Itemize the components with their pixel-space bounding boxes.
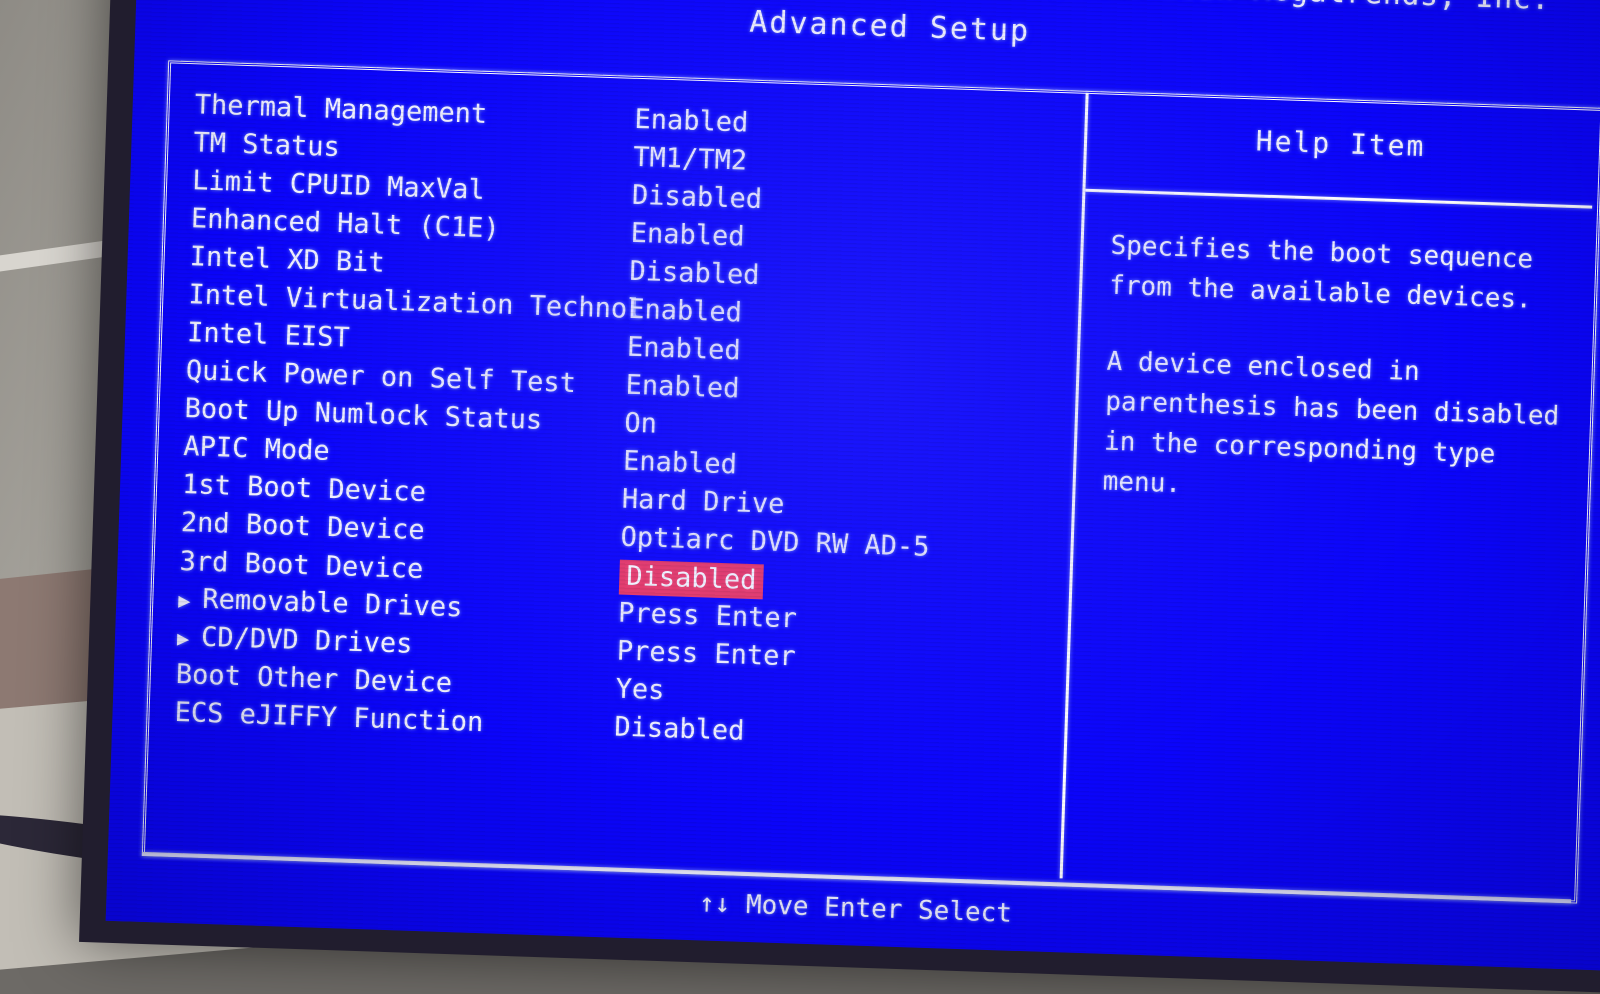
setting-value[interactable]: Press Enter [616, 636, 796, 673]
settings-list: Thermal Management Enabled TM Status TM1/TM… [174, 89, 1075, 764]
help-panel-body: Specifies the boot sequence from the ava… [1101, 226, 1581, 553]
setting-value[interactable]: Enabled [628, 294, 743, 329]
setting-value[interactable]: Disabled [614, 711, 745, 746]
setting-label-text: 3rd Boot Device [179, 545, 424, 586]
setting-value[interactable]: Enabled [634, 104, 749, 139]
setting-value[interactable]: Hard Drive [621, 484, 785, 520]
setting-value[interactable]: Enabled [626, 332, 741, 367]
setting-value[interactable]: On [624, 408, 658, 440]
help-paragraph: Specifies the boot sequence from the ava… [1108, 230, 1534, 315]
setting-value[interactable]: Enabled [625, 370, 740, 405]
bios-screen: CMOS Setup Utility - Copyright (C) 1985-… [105, 0, 1600, 971]
setting-label-text: TM Status [193, 127, 341, 164]
setting-value[interactable]: Yes [615, 674, 665, 707]
setting-value[interactable]: Enabled [630, 218, 745, 253]
setting-label-text: CD/DVD Drives [200, 621, 413, 660]
setting-value[interactable]: Press Enter [618, 598, 798, 635]
setting-value[interactable]: TM1/TM2 [633, 142, 748, 177]
help-paragraph: A device enclosed in parenthesis has bee… [1102, 346, 1560, 500]
setting-label-text: Intel XD Bit [189, 241, 386, 279]
setting-label-text: APIC Mode [182, 431, 331, 467]
setting-label-text: Intel EIST [186, 317, 351, 354]
submenu-arrow-icon: ▶ [176, 625, 190, 650]
submenu-arrow-icon: ▶ [177, 587, 191, 612]
title-block: CMOS Setup Utility - Copyright (C) 1985-… [136, 0, 1600, 69]
setting-value-selected[interactable]: Disabled [618, 559, 764, 600]
setting-value[interactable]: Disabled [631, 180, 762, 215]
setting-value[interactable]: Disabled [629, 256, 760, 291]
setting-value[interactable]: Enabled [623, 446, 738, 481]
